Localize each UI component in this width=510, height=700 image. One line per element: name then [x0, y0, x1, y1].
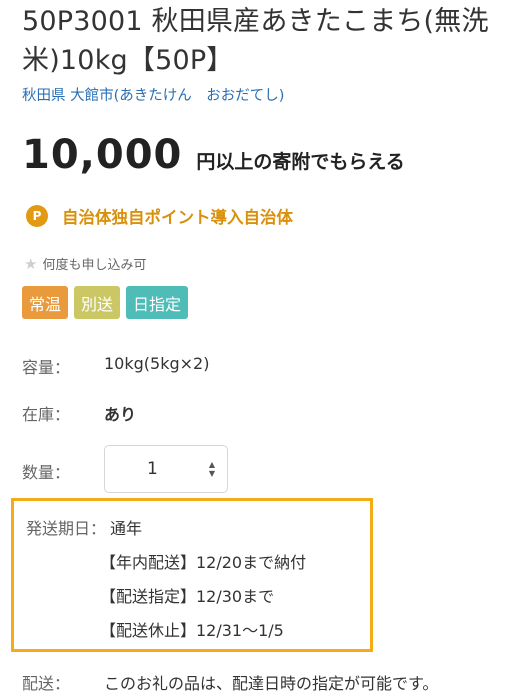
shipping-line: 【配送指定】12/30まで	[100, 587, 275, 606]
capacity-value: 10kg(5kg×2)	[104, 354, 210, 373]
tag-date-specified: 日指定	[126, 286, 189, 319]
tag-list: 常温 別送 日指定	[22, 286, 189, 319]
repeat-row: ★ 何度も申し込み可	[24, 254, 147, 274]
stock-label: 在庫：	[22, 405, 71, 424]
delivery-value: このお礼の品は、配達日時の指定が可能です。	[104, 674, 439, 693]
up-down-arrow-icon[interactable]: ▲ ▼	[209, 460, 215, 478]
product-title: 50P3001 秋田県産あきたこまち(無洗米)10kg【50P】	[22, 6, 489, 76]
shipping-period-label: 発送期日：	[26, 519, 107, 538]
star-icon: ★	[24, 254, 38, 273]
stock-value: あり	[104, 405, 137, 424]
capacity-label: 容量：	[22, 358, 71, 377]
quantity-label: 数量：	[22, 463, 71, 482]
repeat-text: 何度も申し込み可	[42, 258, 147, 273]
shipping-line: 【配送休止】12/31～1/5	[100, 621, 284, 640]
shipping-period-box: 発送期日： 通年 【年内配送】12/20まで納付 【配送指定】12/30まで 【…	[11, 498, 373, 652]
point-text: 自治体独自ポイント導入自治体	[62, 208, 293, 227]
tag-separate-shipping: 別送	[74, 286, 121, 319]
price-row: 10,000 円以上の寄附でもらえる	[22, 132, 405, 178]
tag-room-temp: 常温	[22, 286, 69, 319]
price-suffix: 円以上の寄附でもらえる	[196, 151, 405, 173]
shipping-line: 【年内配送】12/20まで納付	[100, 553, 307, 572]
delivery-label: 配送：	[22, 674, 71, 693]
location-link[interactable]: 秋田県 大館市(あきたけん おおだてし)	[22, 84, 284, 105]
point-row: P 自治体独自ポイント導入自治体	[26, 204, 293, 228]
shipping-line: 通年	[110, 519, 143, 538]
quantity-value: 1	[147, 459, 158, 479]
point-icon: P	[26, 205, 48, 227]
price-amount: 10,000	[22, 132, 183, 178]
quantity-stepper[interactable]: 1 ▲ ▼	[104, 445, 228, 493]
